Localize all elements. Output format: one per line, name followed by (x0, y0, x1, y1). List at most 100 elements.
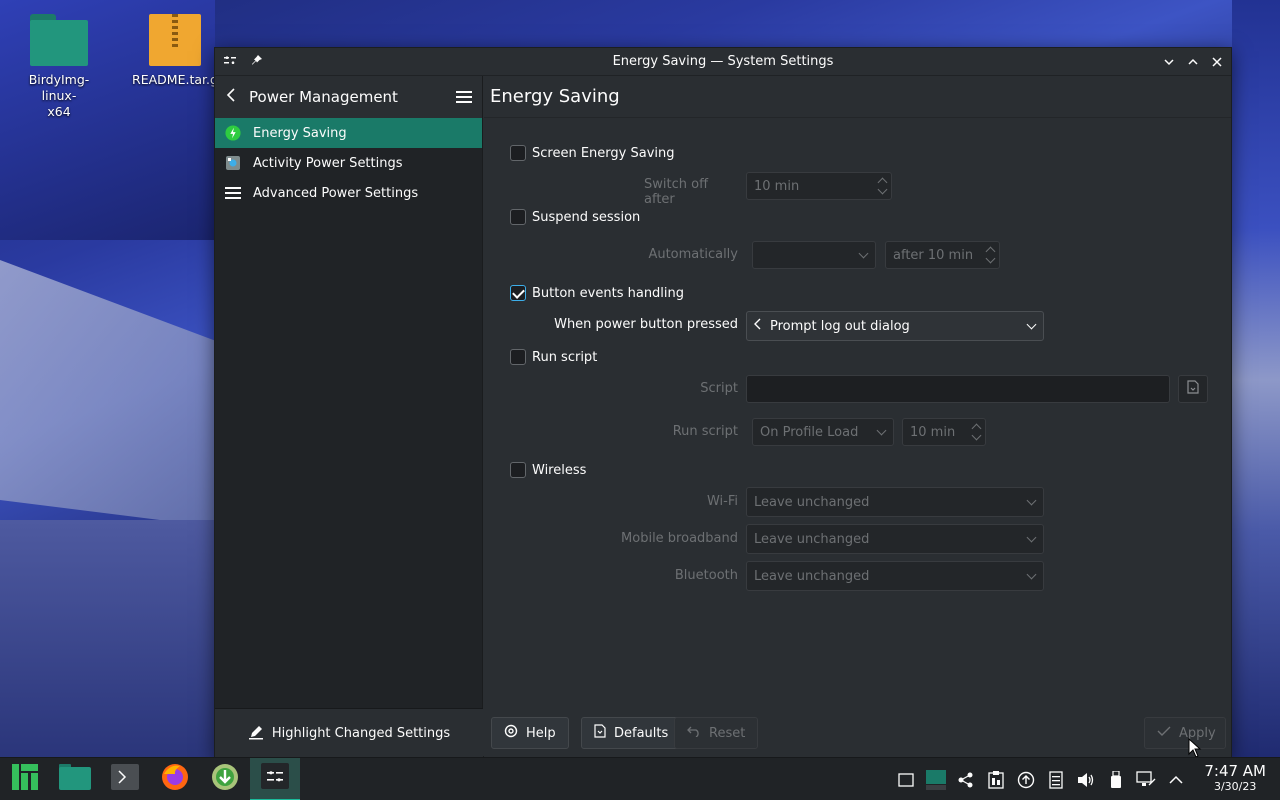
highlight-label: Highlight Changed Settings (271, 726, 451, 741)
help-button[interactable]: Help (491, 717, 569, 749)
chevron-down-icon (1026, 319, 1037, 330)
checkbox-box[interactable] (510, 209, 526, 225)
checkbox-box[interactable] (510, 462, 526, 478)
suspend-after-spinbox[interactable]: after 10 min (885, 241, 1000, 269)
help-icon (504, 724, 518, 742)
power-button-label-row: When power button pressed (544, 317, 738, 332)
clock-date: 3/30/23 (1213, 780, 1257, 793)
pin-icon[interactable] (251, 54, 263, 69)
close-icon[interactable] (1211, 56, 1223, 68)
chevron-left-icon (754, 318, 762, 334)
sidebar-item-label: Advanced Power Settings (253, 185, 419, 201)
wifi-label-row: Wi-Fi (604, 494, 738, 509)
chevron-up-icon[interactable] (1165, 769, 1187, 791)
page-title: Energy Saving (484, 76, 1231, 118)
sidebar-item-advanced-power[interactable]: Advanced Power Settings (215, 178, 482, 208)
switch-off-spinbox[interactable]: 10 min (746, 172, 892, 200)
checkbox-box[interactable] (510, 349, 526, 365)
wireless-checkbox[interactable]: Wireless (510, 462, 586, 478)
updates-icon[interactable] (1015, 769, 1037, 791)
sidebar-item-label: Activity Power Settings (253, 155, 403, 171)
sidebar-header: Power Management (215, 76, 482, 118)
file-open-icon (1187, 380, 1199, 398)
network-icon[interactable] (1135, 769, 1157, 791)
dropdown-value: On Profile Load (760, 424, 859, 440)
spin-arrows-icon[interactable] (971, 422, 981, 442)
pager-icon[interactable] (925, 769, 947, 791)
desktop-icon-readme[interactable]: README.tar.g (130, 14, 220, 88)
bluetooth-label: Bluetooth (674, 568, 738, 583)
switch-off-label: Switch off after (644, 177, 709, 207)
chevron-down-icon (876, 425, 887, 436)
taskbar-file-manager[interactable] (50, 758, 100, 800)
taskbar-firefox[interactable] (150, 758, 200, 800)
minimize-icon[interactable] (1163, 56, 1175, 68)
kde-connect-icon[interactable] (955, 769, 977, 791)
sidebar-item-activity-power[interactable]: Activity Power Settings (215, 148, 482, 178)
digital-clock[interactable]: 7:47 AM 3/30/23 (1204, 762, 1266, 794)
taskbar-download-manager[interactable] (200, 758, 250, 800)
button-label: Help (526, 725, 556, 741)
terminal-icon (111, 764, 139, 794)
button-events-checkbox[interactable]: Button events handling (510, 285, 684, 301)
removable-device-icon[interactable] (1105, 769, 1127, 791)
defaults-button[interactable]: Defaults (581, 717, 682, 749)
archive-icon (149, 14, 201, 66)
spin-arrows-icon[interactable] (985, 245, 995, 265)
checkbox-label: Button events handling (532, 285, 685, 301)
wallpaper-shape (0, 260, 240, 530)
folder-icon (59, 764, 91, 794)
suspend-session-checkbox[interactable]: Suspend session (510, 209, 640, 225)
notes-icon[interactable] (1045, 769, 1067, 791)
script-path-input[interactable] (746, 375, 1170, 403)
mobile-broadband-label-row: Mobile broadband (604, 531, 738, 546)
spin-arrows-icon[interactable] (877, 176, 887, 196)
maximize-icon[interactable] (1187, 56, 1199, 68)
hamburger-menu-icon[interactable] (456, 88, 472, 106)
clipboard-icon[interactable] (985, 769, 1007, 791)
run-script-time-spinbox[interactable]: 10 min (902, 418, 986, 446)
apply-button[interactable]: Apply (1144, 717, 1226, 749)
app-menu-icon[interactable] (223, 54, 237, 69)
download-icon (211, 763, 239, 795)
suspend-action-dropdown[interactable] (752, 241, 876, 269)
highlight-pen-icon (248, 724, 264, 744)
mobile-broadband-label: Mobile broadband (621, 531, 738, 546)
activity-icon (225, 155, 241, 171)
undo-icon (687, 725, 701, 741)
taskbar-terminal[interactable] (100, 758, 150, 800)
volume-icon[interactable] (1075, 769, 1097, 791)
power-button-label: When power button pressed (554, 317, 738, 332)
button-label: Defaults (614, 725, 669, 741)
checkbox-box[interactable] (510, 285, 526, 301)
power-button-action-dropdown[interactable]: Prompt log out dialog (746, 311, 1044, 341)
show-desktop-icon[interactable] (895, 769, 917, 791)
window-title: Energy Saving — System Settings (612, 53, 834, 69)
checkbox-label: Screen Energy Saving (532, 145, 675, 161)
dropdown-value: Leave unchanged (754, 494, 870, 510)
run-script-when-dropdown[interactable]: On Profile Load (752, 418, 894, 446)
mobile-broadband-dropdown[interactable]: Leave unchanged (746, 524, 1044, 554)
checkbox-label: Suspend session (532, 209, 641, 225)
sidebar-item-energy-saving[interactable]: Energy Saving (215, 118, 482, 148)
chevron-down-icon (1026, 532, 1037, 543)
desktop-icon-label: BirdyImg-linux- (28, 72, 90, 103)
bluetooth-dropdown[interactable]: Leave unchanged (746, 561, 1044, 591)
back-arrow-icon[interactable] (225, 87, 245, 108)
highlight-changed-settings-button[interactable]: Highlight Changed Settings (215, 708, 483, 758)
dropdown-value: Prompt log out dialog (770, 318, 910, 334)
wifi-dropdown[interactable]: Leave unchanged (746, 487, 1044, 517)
checkbox-box[interactable] (510, 145, 526, 161)
window-titlebar[interactable]: Energy Saving — System Settings (215, 48, 1231, 76)
reset-button[interactable]: Reset (674, 717, 759, 749)
application-launcher[interactable] (0, 758, 50, 800)
desktop-icon-label: README.tar.g (132, 72, 218, 87)
run-script-checkbox[interactable]: Run script (510, 349, 597, 365)
desktop-icon-label: x64 (47, 104, 71, 119)
screen-energy-saving-checkbox[interactable]: Screen Energy Saving (510, 145, 675, 161)
desktop-icon-birdyimg[interactable]: BirdyImg-linux- x64 (14, 14, 104, 120)
taskbar-system-settings[interactable] (250, 757, 300, 800)
system-settings-window: Energy Saving — System Settings Power Ma… (214, 47, 1232, 758)
browse-file-button[interactable] (1178, 375, 1208, 403)
spinbox-value: 10 min (754, 178, 800, 194)
